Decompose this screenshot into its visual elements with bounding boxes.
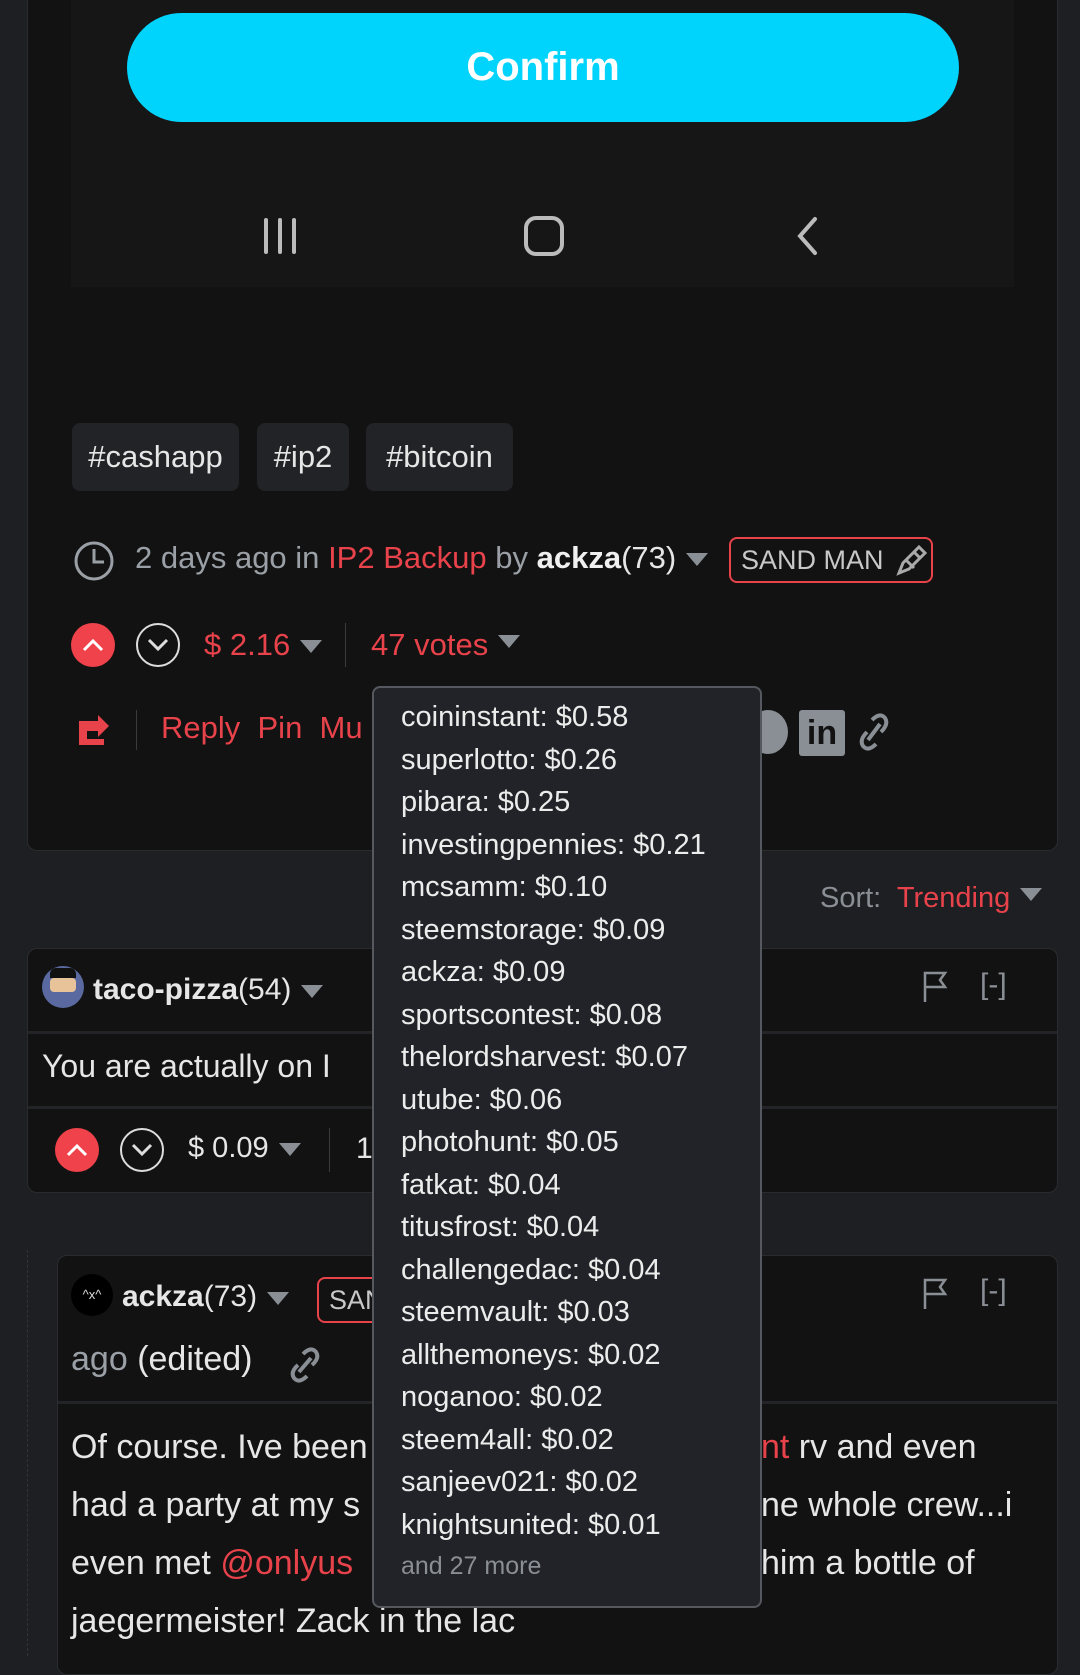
voters-tooltip: coininstant: $0.58 superlotto: $0.26 pibar… xyxy=(372,686,762,1608)
in-label: in xyxy=(295,540,320,575)
voter-entry: fatkat: $0.04 xyxy=(401,1168,561,1201)
linkedin-icon[interactable]: in xyxy=(799,710,845,756)
reply-time: ago (edited) xyxy=(71,1340,252,1379)
payout-dropdown-icon[interactable] xyxy=(278,1142,301,1156)
divider xyxy=(345,623,346,667)
community-link[interactable]: IP2 Backup xyxy=(328,540,487,575)
comment-body: You are actually on I xyxy=(42,1048,331,1084)
clock-icon xyxy=(73,540,115,587)
author-link[interactable]: ackza xyxy=(537,540,621,575)
voter-entry: mcsamm: $0.10 xyxy=(401,871,608,903)
votes-label: 47 votes xyxy=(371,627,489,662)
upvote-button[interactable] xyxy=(71,623,115,667)
divider xyxy=(329,1128,330,1172)
payout-dropdown-icon[interactable] xyxy=(300,640,323,654)
edited-label: (edited) xyxy=(137,1340,253,1378)
avatar: ^x^ xyxy=(71,1274,113,1316)
avatar xyxy=(42,966,84,1008)
recent-apps-icon[interactable] xyxy=(262,217,298,255)
reblog-icon[interactable] xyxy=(76,713,112,752)
mention-link[interactable]: @onlyus xyxy=(220,1544,353,1582)
votes-count[interactable]: 47 votes xyxy=(371,627,521,663)
voter-entry: knightsunited: $0.01 xyxy=(401,1508,661,1541)
voter-entry: steemvault: $0.03 xyxy=(401,1296,630,1328)
body-text: Of course. Ive been xyxy=(71,1428,368,1466)
divider xyxy=(136,710,137,750)
sort-label: Sort: xyxy=(820,882,882,914)
body-text: rv and even xyxy=(789,1428,977,1466)
post-meta: 2 days ago in IP2 Backup by ackza(73) xyxy=(135,540,709,576)
permalink-icon[interactable] xyxy=(290,1346,320,1389)
tag-bitcoin[interactable]: #bitcoin xyxy=(366,423,513,491)
thread-line xyxy=(27,1250,28,1656)
payout-value: $ 2.16 xyxy=(204,627,291,662)
votes-dropdown-icon[interactable] xyxy=(498,635,521,648)
author-rep: (73) xyxy=(621,540,677,575)
pencil-icon xyxy=(895,544,927,576)
voter-entry: ackza: $0.09 xyxy=(401,956,566,988)
body-text: even met xyxy=(71,1544,221,1582)
author-dropdown-icon[interactable] xyxy=(301,984,324,998)
voter-entry: steemstorage: $0.09 xyxy=(401,913,666,946)
voter-entry: coininstant: $0.58 xyxy=(401,701,629,733)
reply-author: ackza(73) xyxy=(122,1280,290,1314)
voter-entry: superlotto: $0.26 xyxy=(401,743,618,776)
downvote-button[interactable] xyxy=(136,623,180,667)
pin-link[interactable]: Pin xyxy=(258,710,303,745)
mute-link[interactable]: Mu xyxy=(320,710,363,745)
flag-icon[interactable] xyxy=(922,970,948,1009)
home-icon[interactable] xyxy=(524,216,564,256)
post-time: 2 days ago xyxy=(135,540,287,575)
permalink-icon[interactable] xyxy=(858,712,890,757)
reply-author-rep: (73) xyxy=(203,1280,258,1313)
confirm-button[interactable]: Confirm xyxy=(127,13,959,122)
author-dropdown-icon[interactable] xyxy=(267,1291,290,1305)
body-text: him a bottle of xyxy=(761,1544,975,1582)
voter-entry: titusfrost: $0.04 xyxy=(401,1211,600,1243)
flag-icon[interactable] xyxy=(922,1277,948,1316)
sort-value[interactable]: Trending xyxy=(897,882,1010,914)
badge-label: SAND MAN xyxy=(741,544,884,575)
comment-payout[interactable]: $ 0.09 xyxy=(188,1132,301,1165)
author-dropdown-icon[interactable] xyxy=(686,553,709,567)
sort-dropdown-icon[interactable] xyxy=(1020,888,1043,901)
voter-entry: thelordsharvest: $0.07 xyxy=(401,1041,688,1073)
comment-author-rep: (54) xyxy=(238,973,292,1006)
body-link[interactable]: nt xyxy=(761,1428,789,1466)
sort-control[interactable]: Sort: Trending xyxy=(820,882,1043,915)
upvote-button[interactable] xyxy=(55,1128,99,1172)
voter-entry: investingpennies: $0.21 xyxy=(401,828,706,861)
comment-author: taco-pizza(54) xyxy=(93,973,324,1007)
voter-entry: utube: $0.06 xyxy=(401,1083,563,1116)
body-text: had a party at my s xyxy=(71,1486,361,1524)
more-voters: and 27 more xyxy=(401,1552,542,1580)
voter-entry: allthemoneys: $0.02 xyxy=(401,1338,661,1371)
reply-link[interactable]: Reply xyxy=(161,710,240,745)
tag-cashapp[interactable]: #cashapp xyxy=(72,423,239,491)
payout-amount[interactable]: $ 2.16 xyxy=(204,627,323,663)
sand-man-badge: SAND MAN xyxy=(729,537,933,583)
body-text: ne whole crew...i xyxy=(761,1486,1013,1524)
voter-entry: pibara: $0.25 xyxy=(401,786,571,818)
voter-entry: steem4all: $0.02 xyxy=(401,1423,614,1456)
collapse-button[interactable]: [-] xyxy=(980,1274,1007,1308)
voter-entry: sanjeev021: $0.02 xyxy=(401,1466,639,1498)
reply-time-text: ago xyxy=(71,1340,128,1378)
voter-entry: noganoo: $0.02 xyxy=(401,1381,603,1413)
back-icon[interactable] xyxy=(795,216,819,256)
collapse-button[interactable]: [-] xyxy=(980,968,1007,1002)
post-actions: Reply Pin Mu xyxy=(161,710,363,746)
voter-entry: photohunt: $0.05 xyxy=(401,1126,619,1158)
comment-votes[interactable]: 1 xyxy=(356,1132,373,1166)
confirm-label: Confirm xyxy=(466,45,620,89)
tag-ip2[interactable]: #ip2 xyxy=(257,423,349,491)
payout-value: $ 0.09 xyxy=(188,1132,269,1164)
voter-entry: sportscontest: $0.08 xyxy=(401,998,663,1031)
downvote-button[interactable] xyxy=(120,1128,164,1172)
comment-author-link[interactable]: taco-pizza xyxy=(93,973,238,1006)
by-label: by xyxy=(495,540,528,575)
reply-author-link[interactable]: ackza xyxy=(122,1280,204,1313)
voter-entry: challengedac: $0.04 xyxy=(401,1253,661,1286)
